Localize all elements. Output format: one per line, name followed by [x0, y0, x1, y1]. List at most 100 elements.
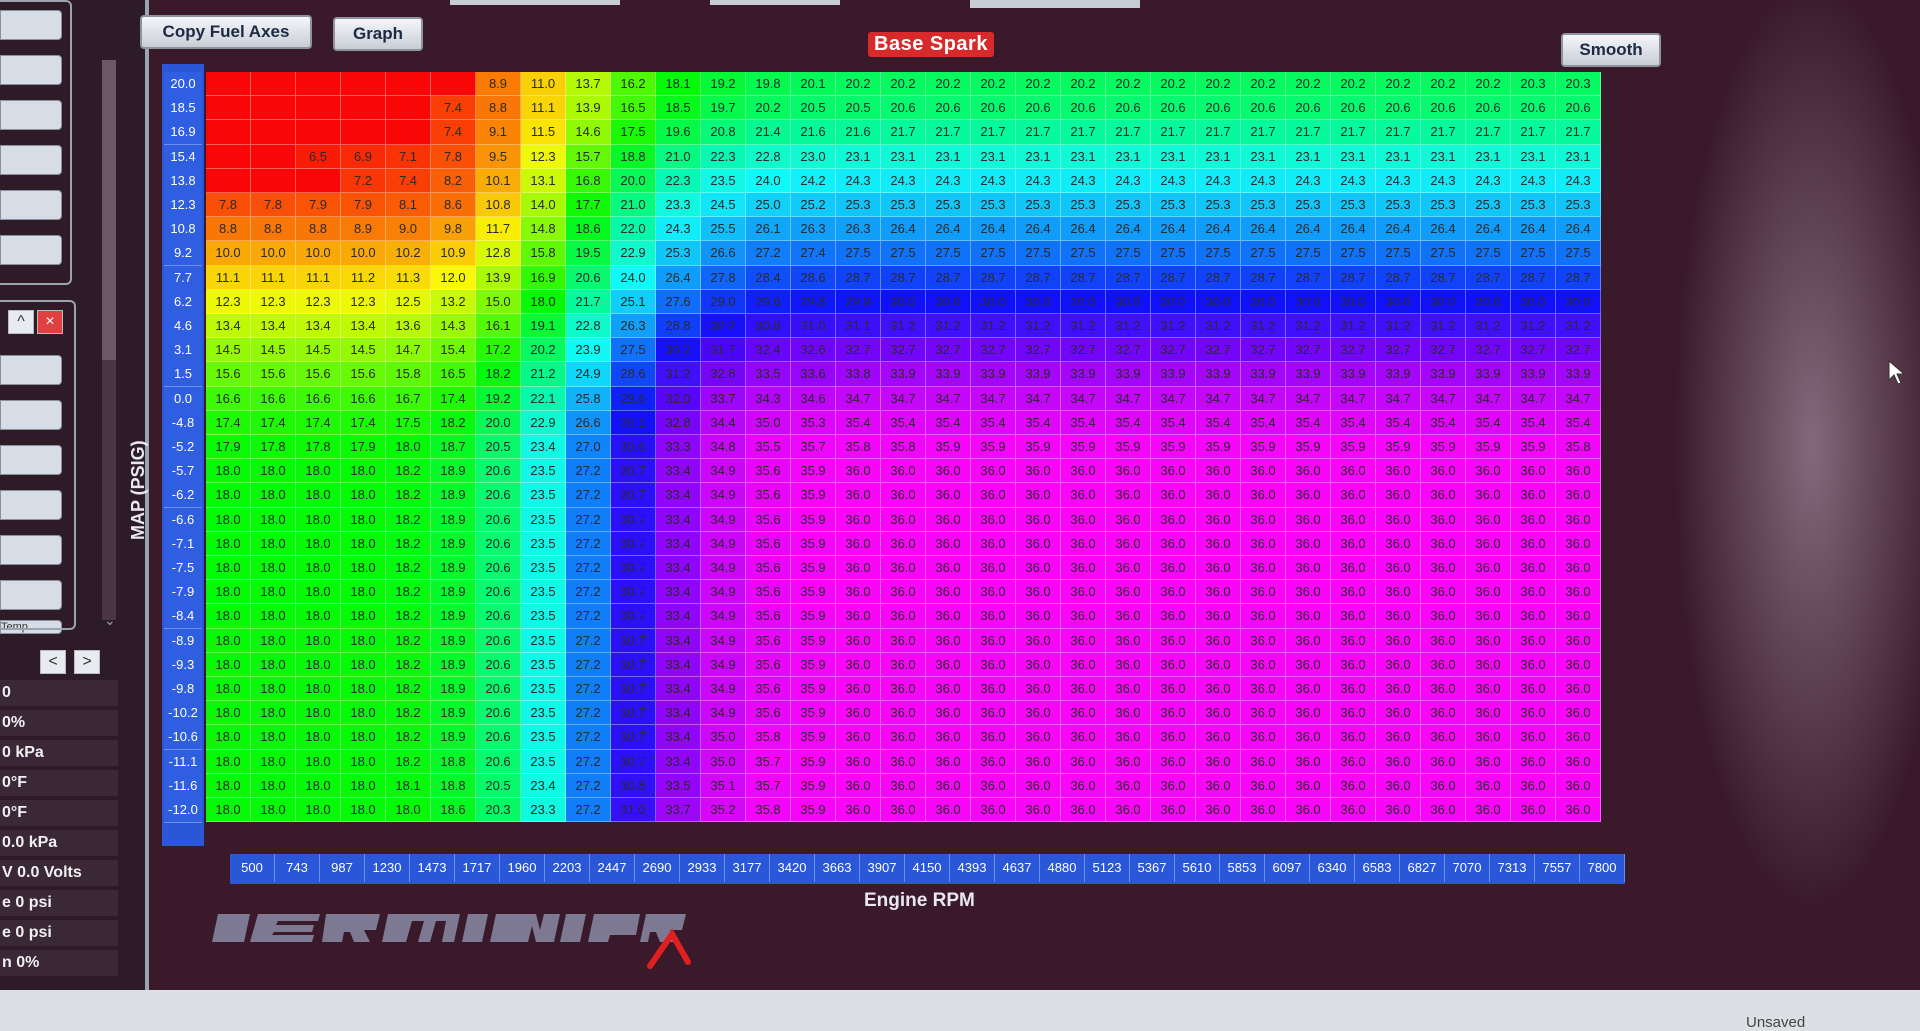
table-cell[interactable]: 16.6: [341, 386, 386, 411]
table-cell[interactable]: 36.0: [1466, 701, 1511, 726]
table-cell[interactable]: 26.4: [1016, 217, 1061, 242]
table-cell[interactable]: 23.1: [1556, 144, 1601, 169]
table-cell[interactable]: 36.0: [1511, 749, 1556, 774]
table-cell[interactable]: 11.2: [341, 265, 386, 290]
table-cell[interactable]: 36.0: [1466, 604, 1511, 629]
table-cell[interactable]: 18.8: [431, 749, 476, 774]
map-axis-label[interactable]: 6.2: [164, 289, 202, 315]
table-cell[interactable]: 34.7: [1061, 386, 1106, 411]
table-cell[interactable]: 28.6: [611, 362, 656, 387]
table-cell[interactable]: 36.0: [1466, 556, 1511, 581]
table-cell[interactable]: 18.2: [386, 749, 431, 774]
table-cell[interactable]: 19.1: [521, 314, 566, 339]
table-cell[interactable]: 36.0: [881, 749, 926, 774]
table-cell[interactable]: 36.0: [1241, 773, 1286, 798]
table-cell[interactable]: 36.0: [971, 725, 1016, 750]
table-cell[interactable]: 36.0: [1061, 459, 1106, 484]
table-cell[interactable]: 35.9: [1061, 435, 1106, 460]
table-cell[interactable]: 21.4: [746, 120, 791, 145]
table-cell[interactable]: 30.7: [611, 725, 656, 750]
table-cell[interactable]: 36.0: [1376, 701, 1421, 726]
table-cell[interactable]: 27.2: [566, 459, 611, 484]
table-cell[interactable]: 36.0: [1106, 725, 1151, 750]
table-cell[interactable]: 28.6: [791, 265, 836, 290]
table-cell[interactable]: 8.2: [431, 168, 476, 193]
table-cell[interactable]: 20.6: [476, 701, 521, 726]
table-cell[interactable]: 36.0: [1106, 652, 1151, 677]
table-cell[interactable]: 16.5: [611, 96, 656, 121]
table-cell[interactable]: 33.4: [656, 628, 701, 653]
table-cell[interactable]: 24.3: [1556, 168, 1601, 193]
table-cell[interactable]: [296, 96, 341, 121]
map-axis-label[interactable]: 0.0: [164, 386, 202, 412]
table-cell[interactable]: 33.9: [881, 362, 926, 387]
table-cell[interactable]: 27.5: [1016, 241, 1061, 266]
table-cell[interactable]: 20.2: [926, 72, 971, 97]
table-cell[interactable]: 34.9: [701, 628, 746, 653]
table-cell[interactable]: 36.0: [1331, 773, 1376, 798]
table-cell[interactable]: 30.0: [1196, 289, 1241, 314]
table-cell[interactable]: 35.4: [1241, 410, 1286, 435]
table-cell[interactable]: 32.7: [971, 338, 1016, 363]
table-cell[interactable]: 20.6: [1061, 96, 1106, 121]
table-cell[interactable]: 27.5: [1556, 241, 1601, 266]
table-cell[interactable]: 36.0: [1421, 483, 1466, 508]
table-cell[interactable]: 35.9: [791, 725, 836, 750]
table-cell[interactable]: 28.4: [746, 265, 791, 290]
table-cell[interactable]: 36.0: [836, 798, 881, 823]
table-cell[interactable]: 36.0: [836, 628, 881, 653]
table-cell[interactable]: 36.0: [1286, 749, 1331, 774]
table-cell[interactable]: 18.2: [476, 362, 521, 387]
table-cell[interactable]: [386, 72, 431, 97]
table-cell[interactable]: [341, 120, 386, 145]
rpm-axis-label[interactable]: 6340: [1310, 854, 1355, 882]
table-cell[interactable]: 36.0: [1151, 507, 1196, 532]
table-cell[interactable]: 36.0: [1241, 580, 1286, 605]
table-cell[interactable]: 31.0: [611, 798, 656, 823]
table-cell[interactable]: 32.7: [1286, 338, 1331, 363]
rpm-axis-label[interactable]: 4150: [905, 854, 950, 882]
table-cell[interactable]: 32.6: [791, 338, 836, 363]
table-cell[interactable]: 35.4: [971, 410, 1016, 435]
table-cell[interactable]: 36.0: [1241, 556, 1286, 581]
table-cell[interactable]: 36.0: [1331, 483, 1376, 508]
table-cell[interactable]: 36.0: [1331, 580, 1376, 605]
table-cell[interactable]: 30.6: [611, 435, 656, 460]
table-cell[interactable]: 35.9: [1286, 435, 1331, 460]
table-cell[interactable]: 36.0: [1016, 459, 1061, 484]
table-cell[interactable]: 35.8: [881, 435, 926, 460]
table-cell[interactable]: 26.4: [1196, 217, 1241, 242]
table-cell[interactable]: 20.6: [476, 749, 521, 774]
table-cell[interactable]: 36.0: [1151, 773, 1196, 798]
table-cell[interactable]: 36.0: [881, 652, 926, 677]
table-cell[interactable]: 30.0: [1556, 289, 1601, 314]
table-cell[interactable]: 15.6: [341, 362, 386, 387]
map-axis-label[interactable]: -8.4: [164, 604, 202, 630]
table-cell[interactable]: 18.2: [386, 459, 431, 484]
table-cell[interactable]: 15.6: [206, 362, 251, 387]
table-cell[interactable]: 36.0: [1331, 701, 1376, 726]
table-cell[interactable]: 36.0: [1511, 652, 1556, 677]
table-cell[interactable]: 20.6: [1106, 96, 1151, 121]
table-cell[interactable]: 36.0: [1151, 628, 1196, 653]
table-cell[interactable]: 36.0: [971, 459, 1016, 484]
rpm-axis-label[interactable]: 3663: [815, 854, 860, 882]
table-cell[interactable]: [341, 96, 386, 121]
table-cell[interactable]: 23.1: [1151, 144, 1196, 169]
table-cell[interactable]: 36.0: [836, 701, 881, 726]
table-cell[interactable]: 36.0: [1466, 507, 1511, 532]
table-cell[interactable]: 27.4: [791, 241, 836, 266]
table-cell[interactable]: 23.5: [521, 628, 566, 653]
table-cell[interactable]: 24.3: [1196, 168, 1241, 193]
rpm-axis-label[interactable]: 6097: [1265, 854, 1310, 882]
table-cell[interactable]: 28.7: [881, 265, 926, 290]
table-cell[interactable]: 32.7: [1241, 338, 1286, 363]
table-cell[interactable]: 36.0: [926, 507, 971, 532]
table-cell[interactable]: 36.0: [1151, 701, 1196, 726]
table-cell[interactable]: 34.6: [791, 386, 836, 411]
table-cell[interactable]: 31.2: [1106, 314, 1151, 339]
table-cell[interactable]: 26.4: [1331, 217, 1376, 242]
table-cell[interactable]: 17.8: [296, 435, 341, 460]
table-cell[interactable]: 18.0: [521, 289, 566, 314]
table-cell[interactable]: 35.0: [746, 410, 791, 435]
